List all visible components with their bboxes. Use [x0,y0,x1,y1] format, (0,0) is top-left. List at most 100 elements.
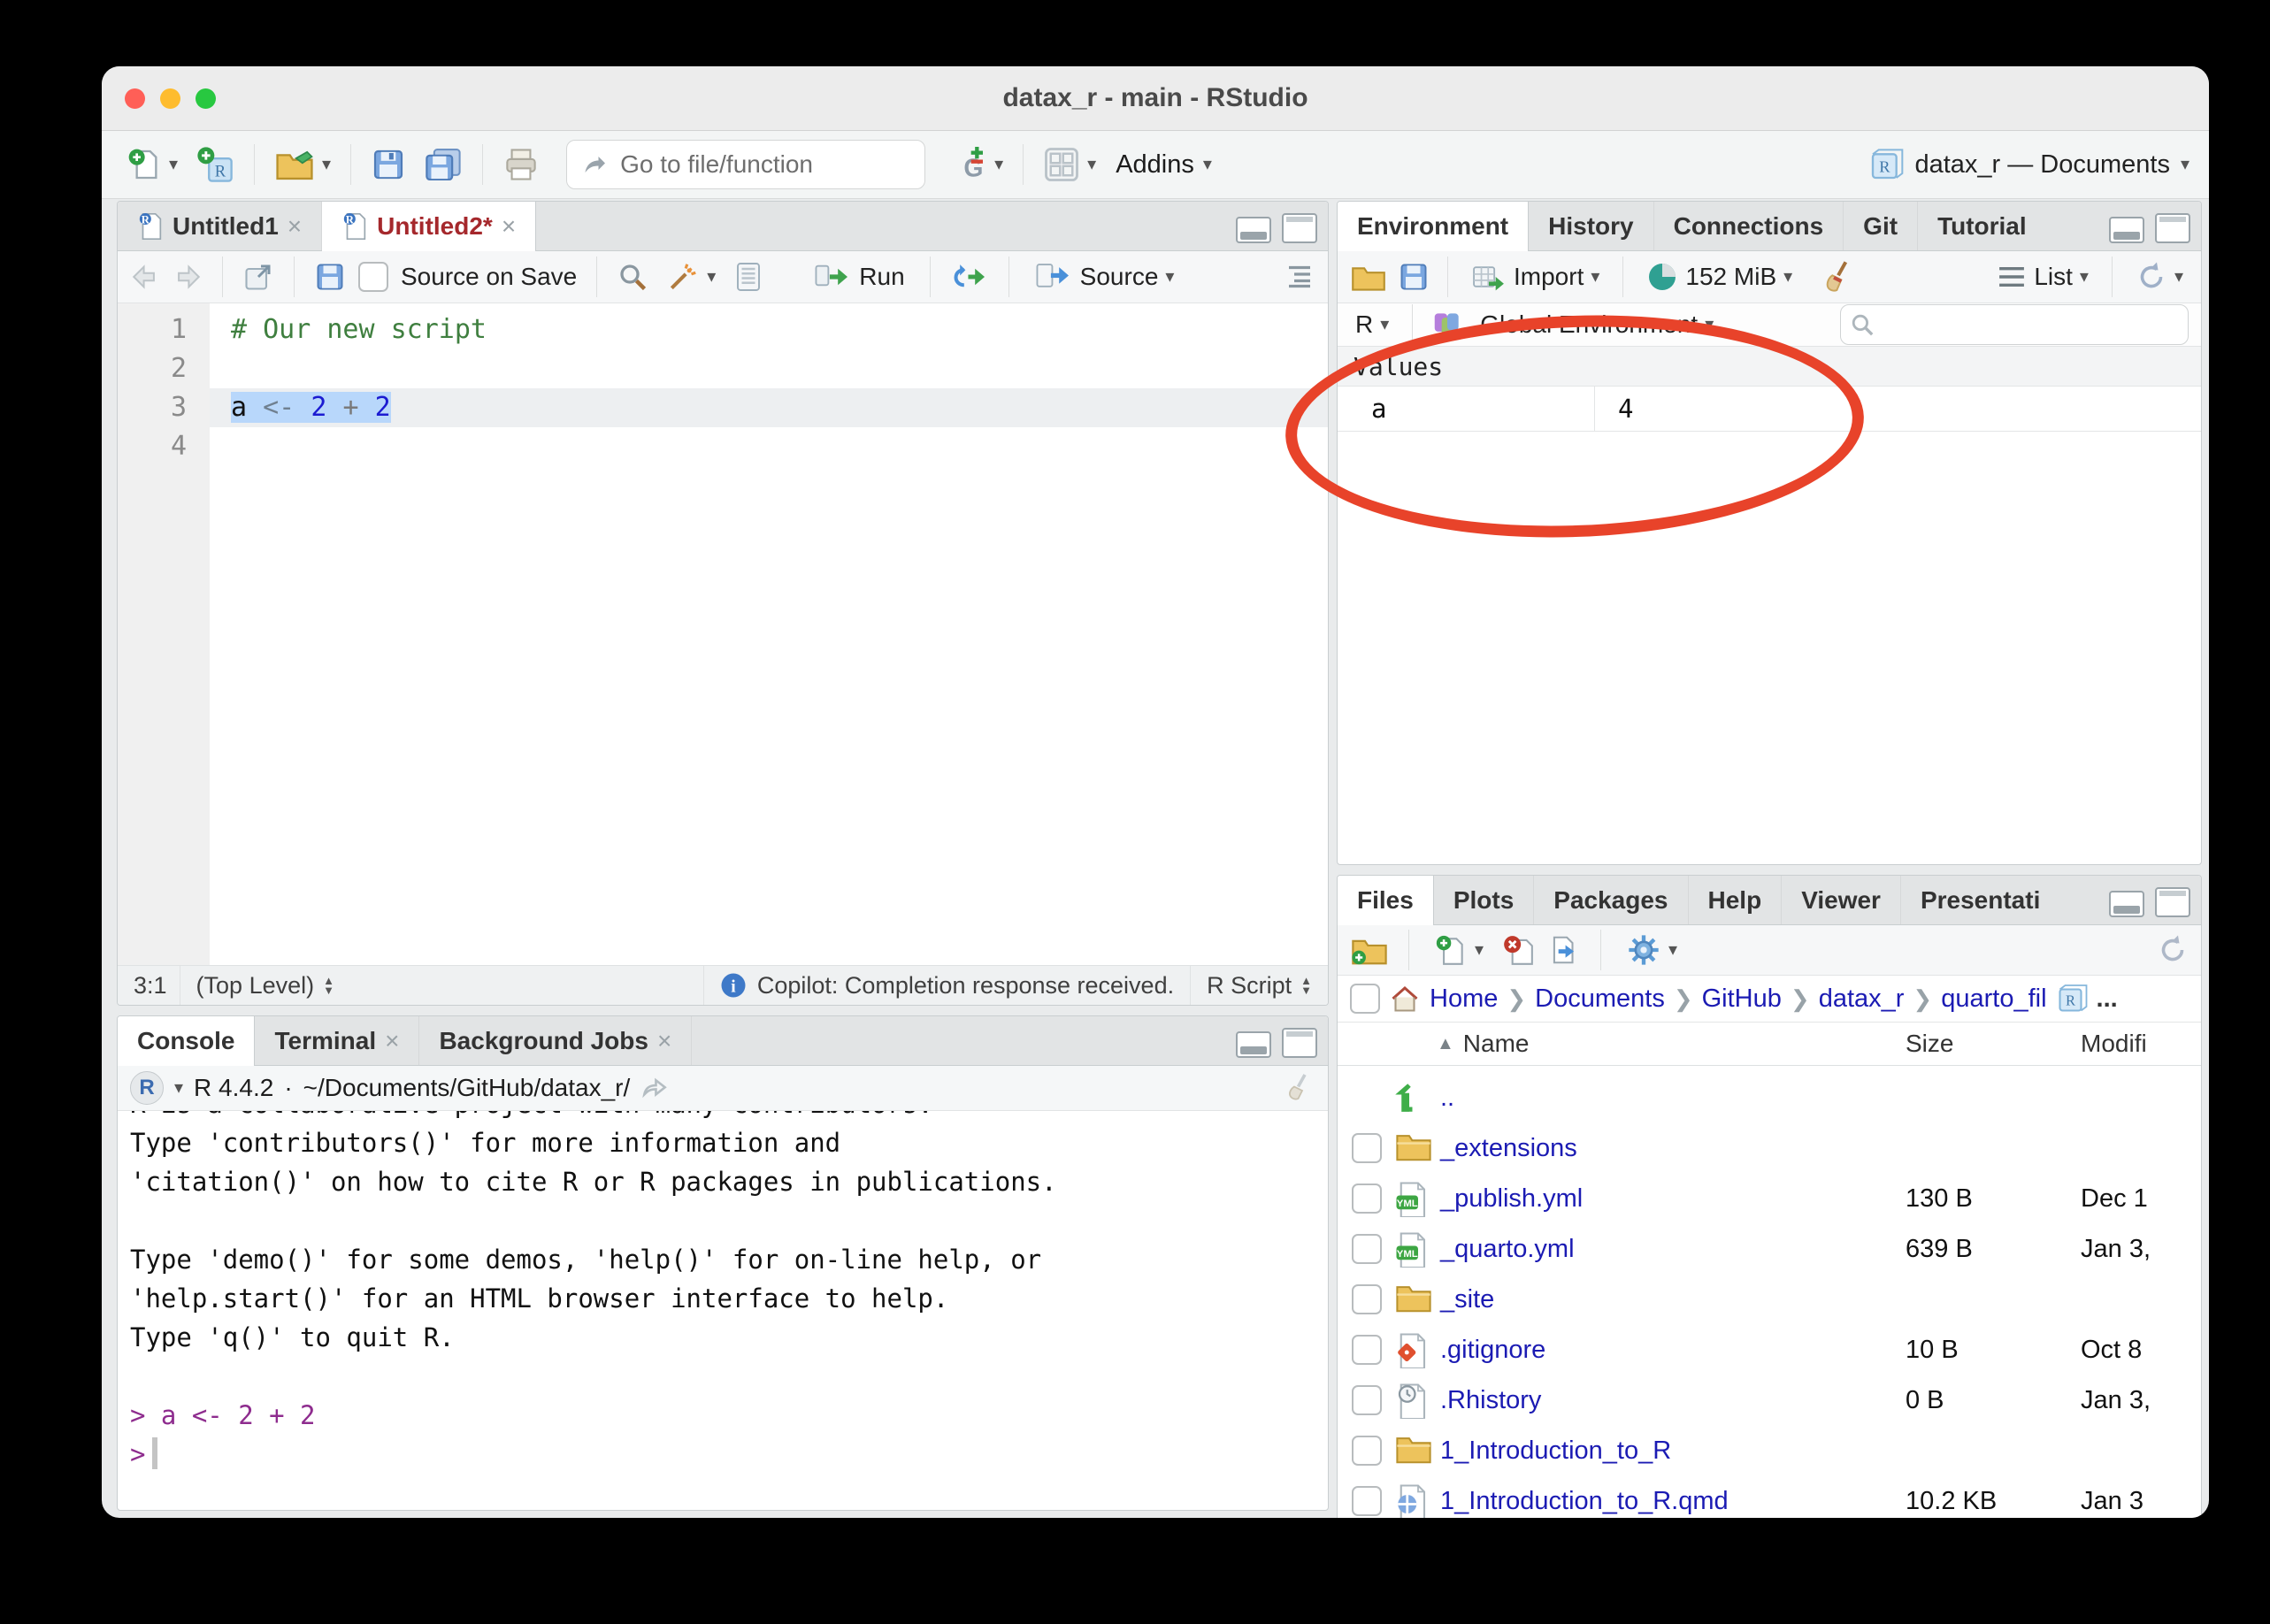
select-all-checkbox[interactable] [1350,984,1380,1014]
save-button[interactable] [365,143,411,186]
goto-file-input[interactable] [618,149,910,180]
tab-git[interactable]: Git [1844,202,1918,250]
file-name[interactable]: _publish.yml [1440,1184,1583,1214]
tab-console[interactable]: Console [118,1016,255,1066]
minimize-pane-button[interactable] [1236,217,1271,243]
file-name[interactable]: .. [1440,1084,1454,1113]
tab-packages[interactable]: Packages [1534,876,1688,924]
tab-untitled1[interactable]: R Untitled1 × [118,202,322,250]
close-icon[interactable]: × [385,1027,399,1055]
minimize-pane-button[interactable] [1236,1031,1271,1058]
file-checkbox[interactable] [1352,1385,1382,1415]
tab-help[interactable]: Help [1689,876,1783,924]
copy-file-icon[interactable] [1547,933,1581,967]
close-icon[interactable]: × [502,212,516,241]
tab-untitled2[interactable]: R Untitled2* × [322,202,536,251]
file-row-parent[interactable]: .. [1338,1073,2201,1123]
tab-environment[interactable]: Environment [1338,202,1529,251]
version-control-button[interactable]: G ▾ [947,142,1008,188]
breadcrumb-overflow[interactable]: ... [2097,984,2118,1014]
tab-viewer[interactable]: Viewer [1782,876,1901,924]
file-name[interactable]: 1_Introduction_to_R.qmd [1440,1487,1729,1516]
file-name[interactable]: _quarto.yml [1440,1235,1575,1264]
clear-objects-broom-icon[interactable] [1821,259,1856,295]
size-column-header[interactable]: Size [1906,1030,1953,1058]
home-icon[interactable] [1389,984,1421,1014]
popout-icon[interactable] [242,261,274,293]
file-row[interactable]: _extensions [1338,1123,2201,1174]
file-checkbox[interactable] [1352,1184,1382,1214]
name-column-header[interactable]: ▲Name [1437,1030,1530,1058]
breadcrumb-github[interactable]: GitHub [1702,984,1782,1014]
tab-connections[interactable]: Connections [1654,202,1844,250]
chevron-down-icon[interactable]: ▾ [174,1079,183,1097]
file-checkbox[interactable] [1352,1133,1382,1163]
open-file-button[interactable]: ▾ [269,143,336,186]
runtime-selector[interactable]: R ▾ [1350,307,1394,342]
refresh-icon[interactable] [2157,934,2189,966]
file-row[interactable]: 1_Introduction_to_R.qmd 10.2 KB Jan 3 [1338,1476,2201,1518]
environment-variable-row[interactable]: a 4 [1338,387,2201,432]
back-icon[interactable] [130,262,160,292]
document-outline-icon[interactable] [1284,263,1315,291]
print-button[interactable] [497,143,545,186]
tab-plots[interactable]: Plots [1434,876,1534,924]
maximize-pane-button[interactable] [2155,213,2190,243]
environment-search-input[interactable] [1882,310,2179,340]
file-name[interactable]: .gitignore [1440,1336,1545,1365]
file-name[interactable]: 1_Introduction_to_R [1440,1436,1671,1466]
project-menu[interactable]: R datax_r — Documents ▾ [1868,147,2189,182]
breadcrumb-quarto-files[interactable]: quarto_fil [1941,984,2046,1014]
minimize-pane-button[interactable] [2109,891,2144,917]
environment-selector[interactable]: Global Environment ▾ [1475,307,1719,342]
code-tools-button[interactable]: ▾ [661,257,721,297]
zoom-window-button[interactable] [196,88,216,109]
values-section-header[interactable]: Values [1338,347,2201,387]
console-output[interactable]: R is a collaborative project with many c… [118,1111,1328,1511]
new-project-button[interactable]: R [190,142,240,188]
file-row[interactable]: .Rhistory 0 B Jan 3, [1338,1375,2201,1426]
minimize-pane-button[interactable] [2109,217,2144,243]
filetype-selector[interactable]: R Script ▲▼ [1190,966,1328,1005]
load-workspace-icon[interactable] [1350,261,1387,293]
import-dataset-button[interactable]: Import ▾ [1466,257,1605,296]
file-row[interactable]: .gitignore 10 B Oct 8 [1338,1325,2201,1375]
modified-column-header[interactable]: Modifi [2081,1030,2147,1058]
maximize-pane-button[interactable] [1282,1028,1317,1058]
breadcrumb-datax-r[interactable]: datax_r [1819,984,1905,1014]
file-row[interactable]: YML _publish.yml 130 B Dec 1 [1338,1174,2201,1224]
source-on-save-checkbox[interactable] [358,262,388,292]
tab-presentation[interactable]: Presentati [1901,876,2059,924]
tab-files[interactable]: Files [1338,876,1434,925]
close-icon[interactable]: × [657,1027,671,1055]
run-button[interactable]: Run [808,258,909,295]
clear-console-broom-icon[interactable] [1284,1072,1315,1104]
breadcrumb-home[interactable]: Home [1430,984,1498,1014]
breadcrumb-documents[interactable]: Documents [1535,984,1665,1014]
file-checkbox[interactable] [1352,1436,1382,1466]
delete-file-icon[interactable] [1501,933,1535,967]
tab-history[interactable]: History [1529,202,1653,250]
memory-usage-button[interactable]: 152 MiB ▾ [1641,257,1798,296]
find-icon[interactable] [617,261,648,293]
file-name[interactable]: _extensions [1440,1134,1577,1163]
save-all-button[interactable] [418,142,468,187]
save-workspace-icon[interactable] [1398,261,1430,293]
scope-selector[interactable]: (Top Level) ▲▼ [180,966,350,1005]
tab-background-jobs[interactable]: Background Jobs × [419,1016,692,1065]
save-icon[interactable] [314,261,346,293]
more-file-commands-button[interactable]: ▾ [1621,929,1683,971]
file-name[interactable]: .Rhistory [1440,1386,1541,1415]
workspace-panes-button[interactable]: ▾ [1038,142,1101,187]
new-folder-icon[interactable] [1350,933,1389,967]
tab-terminal[interactable]: Terminal × [255,1016,419,1065]
file-checkbox[interactable] [1352,1486,1382,1516]
new-file-button[interactable]: ▾ [1429,930,1489,970]
file-row[interactable]: _site [1338,1275,2201,1325]
source-button[interactable]: Source ▾ [1029,258,1180,295]
console-prompt[interactable]: > [130,1435,1328,1474]
file-row[interactable]: 1_Introduction_to_R [1338,1426,2201,1476]
close-icon[interactable]: × [288,212,302,241]
addins-menu[interactable]: Addins ▾ [1108,150,1219,180]
file-checkbox[interactable] [1352,1335,1382,1365]
